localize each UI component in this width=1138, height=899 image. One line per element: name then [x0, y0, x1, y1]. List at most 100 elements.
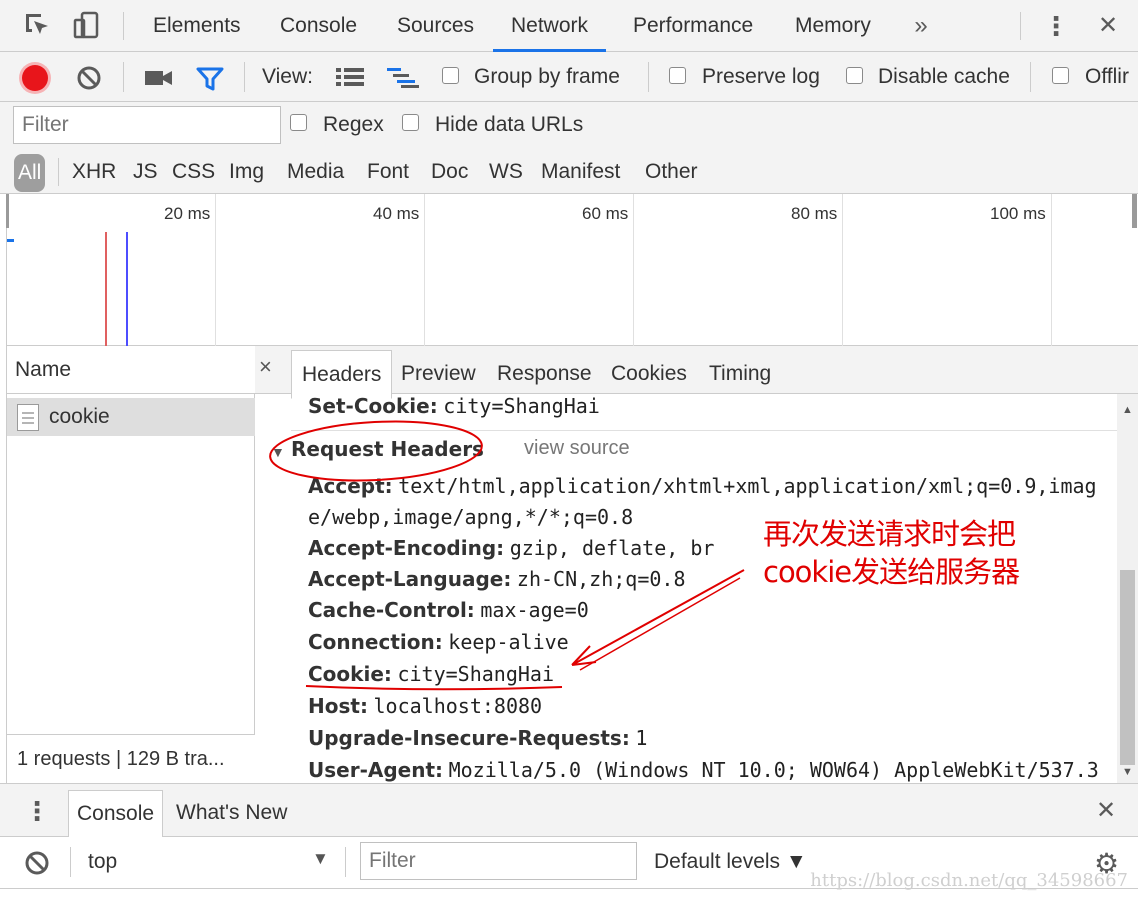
offline-checkbox[interactable] — [1052, 67, 1069, 84]
tab-cookies[interactable]: Cookies — [601, 346, 697, 394]
timeline-label: 60 ms — [582, 204, 629, 223]
header-key: Upgrade-Insecure-Requests: — [308, 726, 630, 750]
toolbar-separator — [123, 12, 124, 40]
hide-data-urls-checkbox[interactable] — [402, 114, 419, 131]
clear-icon[interactable] — [76, 65, 102, 91]
preserve-log-label[interactable]: Preserve log — [702, 52, 820, 102]
disable-cache-checkbox[interactable] — [846, 67, 863, 84]
timeline-gridline — [842, 194, 843, 346]
capture-screenshots-icon[interactable] — [144, 66, 174, 90]
header-value: max-age=0 — [480, 598, 589, 622]
header-key: Host: — [308, 694, 368, 718]
dom-content-loaded-line — [126, 232, 128, 346]
tab-performance[interactable]: Performance — [615, 0, 771, 52]
request-headers-title[interactable]: Request Headers — [291, 437, 484, 461]
tab-preview[interactable]: Preview — [391, 346, 486, 394]
scroll-down-icon[interactable]: ▼ — [1122, 766, 1133, 778]
detail-scrollbar[interactable]: ▲ ▼ — [1117, 394, 1138, 783]
offline-label[interactable]: Offlir — [1085, 52, 1138, 102]
timeline-resize-handle[interactable] — [6, 194, 9, 228]
scrollbar-thumb[interactable] — [1120, 570, 1135, 765]
disable-cache-label[interactable]: Disable cache — [878, 52, 1010, 102]
close-detail-icon[interactable]: × — [259, 354, 272, 380]
type-filter-other[interactable]: Other — [645, 152, 698, 192]
tab-sources[interactable]: Sources — [379, 0, 492, 52]
large-rows-icon[interactable] — [336, 67, 364, 87]
more-tabs-icon[interactable]: » — [904, 10, 938, 42]
header-value: localhost:8080 — [373, 694, 543, 718]
filter-input[interactable] — [13, 106, 281, 144]
request-header-row: Host: localhost:8080 — [308, 694, 542, 719]
type-filter-all[interactable]: All — [14, 154, 46, 192]
watermark: https://blog.csdn.net/qq_34598667 — [810, 870, 1128, 891]
filter-funnel-icon[interactable] — [196, 65, 224, 93]
tab-network[interactable]: Network — [493, 0, 607, 52]
console-filter-input[interactable] — [360, 842, 637, 880]
tab-memory[interactable]: Memory — [777, 0, 889, 52]
context-selector[interactable]: top — [88, 837, 117, 887]
type-filter-css[interactable]: CSS — [172, 152, 215, 192]
request-bar — [7, 239, 14, 242]
header-value: city=ShangHai — [397, 662, 554, 686]
request-header-row: Accept-Encoding: gzip, deflate, br — [308, 536, 714, 561]
drawer-tab-whats-new[interactable]: What's New — [168, 790, 295, 838]
tab-timing[interactable]: Timing — [699, 346, 781, 394]
header-key: Cache-Control: — [308, 598, 475, 622]
hide-data-urls-label[interactable]: Hide data URLs — [435, 102, 583, 148]
header-value: text/html,application/xhtml+xml,applicat… — [398, 474, 1097, 498]
regex-label[interactable]: Regex — [323, 102, 384, 148]
group-by-frame-checkbox[interactable] — [442, 67, 459, 84]
preserve-log-checkbox[interactable] — [669, 67, 686, 84]
type-filter-js[interactable]: JS — [133, 152, 158, 192]
view-source-link[interactable]: view source — [524, 437, 630, 460]
request-header-row: Accept-Language: zh-CN,zh;q=0.8 — [308, 567, 685, 592]
request-row[interactable]: cookie — [7, 398, 256, 436]
tab-console[interactable]: Console — [262, 0, 375, 52]
timeline-overview[interactable]: 20 ms 40 ms 60 ms 80 ms 100 ms — [6, 194, 1138, 346]
section-divider — [291, 430, 1117, 431]
request-header-row: Upgrade-Insecure-Requests: 1 — [308, 726, 647, 751]
timeline-label: 100 ms — [990, 204, 1046, 223]
network-toolbar: View: Group by frame Preserve log Disabl… — [0, 52, 1138, 102]
request-header-row: e/webp,image/apng,*/*;q=0.8 — [308, 505, 633, 530]
drawer-tab-console[interactable]: Console — [68, 790, 164, 838]
record-icon[interactable] — [22, 65, 48, 91]
group-by-frame-label[interactable]: Group by frame — [474, 52, 620, 102]
toolbar-separator — [648, 62, 649, 92]
tab-response[interactable]: Response — [487, 346, 602, 394]
type-filter-ws[interactable]: WS — [489, 152, 523, 192]
regex-checkbox[interactable] — [290, 114, 307, 131]
type-filter-media[interactable]: Media — [287, 152, 344, 192]
type-filter-img[interactable]: Img — [229, 152, 264, 192]
load-event-line — [105, 232, 107, 346]
drawer-tab-bar: ⋮ Console What's New ✕ — [0, 783, 1138, 838]
type-filter-font[interactable]: Font — [367, 152, 409, 192]
tab-elements[interactable]: Elements — [135, 0, 259, 52]
type-separator — [58, 158, 59, 186]
inspect-element-icon[interactable] — [20, 10, 54, 42]
timeline-label: 80 ms — [791, 204, 838, 223]
timeline-gridline — [1051, 194, 1052, 346]
type-filter-xhr[interactable]: XHR — [72, 152, 116, 192]
scroll-up-icon[interactable]: ▲ — [1122, 404, 1133, 416]
close-devtools-icon[interactable]: ✕ — [1091, 10, 1125, 42]
summary-status-bar: 1 requests | 129 B tra... — [7, 734, 256, 783]
name-column-header[interactable]: Name — [7, 346, 256, 394]
waterfall-overview-icon[interactable] — [387, 67, 419, 89]
detail-tab-bar: × Headers Preview Response Cookies Timin… — [255, 346, 1138, 399]
clear-console-icon[interactable] — [24, 850, 50, 876]
drawer-menu-icon[interactable]: ⋮ — [24, 796, 50, 827]
expand-triangle-icon[interactable]: ▼ — [271, 444, 285, 460]
close-drawer-icon[interactable]: ✕ — [1096, 796, 1116, 825]
device-toolbar-icon[interactable] — [70, 10, 104, 42]
type-filter-manifest[interactable]: Manifest — [541, 152, 620, 192]
header-key: Accept-Encoding: — [308, 536, 505, 560]
log-levels-dropdown[interactable]: Default levels ▼ — [654, 837, 807, 887]
menu-kebab-icon[interactable]: ⋮ — [1039, 10, 1073, 42]
type-filter-doc[interactable]: Doc — [431, 152, 468, 192]
tab-headers[interactable]: Headers — [291, 350, 393, 399]
toolbar-separator — [1030, 62, 1031, 92]
document-icon — [17, 404, 39, 431]
timeline-resize-handle[interactable] — [1132, 194, 1137, 228]
context-dropdown-icon[interactable]: ▼ — [312, 849, 329, 869]
